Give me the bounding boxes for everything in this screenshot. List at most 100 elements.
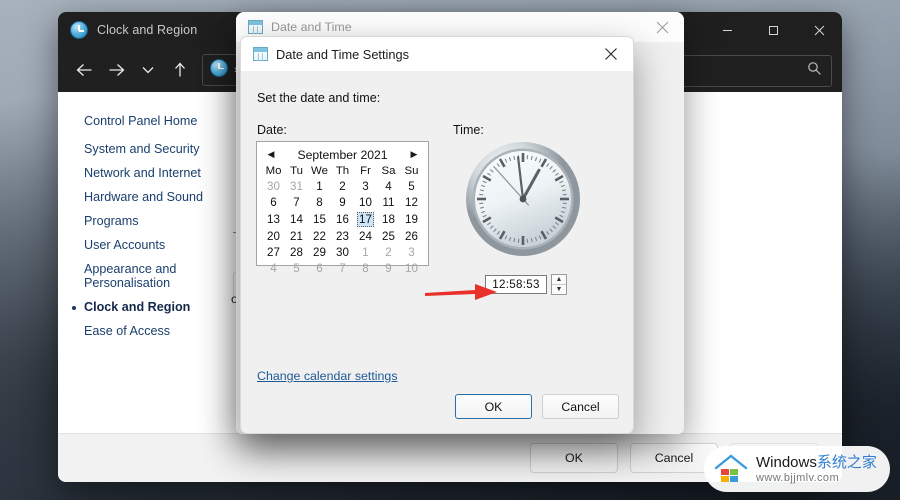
- calendar-day[interactable]: 20: [262, 228, 285, 244]
- calendar-day[interactable]: 25: [377, 228, 400, 244]
- calendar-widget[interactable]: ◀ September 2021 ▶ Mo Tu We Th Fr Sa Su 30 31 1 2…: [256, 141, 429, 275]
- calendar-month-label[interactable]: September 2021: [297, 148, 387, 162]
- calendar-weekday: Su: [404, 165, 419, 177]
- settings-dialog-titlebar: Date and Time Settings: [241, 37, 633, 71]
- sidebar-item-control-panel-home[interactable]: Control Panel Home: [84, 114, 258, 129]
- time-spinner[interactable]: ▲ ▼: [551, 274, 567, 295]
- sidebar-item-system-and-security[interactable]: System and Security: [84, 142, 258, 157]
- calendar-day[interactable]: 12: [400, 194, 423, 210]
- analog-clock-icon: [463, 139, 583, 259]
- change-calendar-settings-link[interactable]: Change calendar settings: [257, 369, 398, 383]
- spinner-down-icon[interactable]: ▼: [552, 285, 566, 294]
- calendar-day[interactable]: 1: [308, 178, 331, 194]
- calendar-day-adjacent-month[interactable]: 9: [377, 260, 400, 276]
- calendar-weekday: Th: [335, 165, 350, 177]
- calendar-day-adjacent-month[interactable]: 8: [354, 260, 377, 276]
- calendar-day[interactable]: 9: [331, 194, 354, 210]
- time-label: Time:: [453, 123, 484, 137]
- calendar-week-row: 6 7 8 9 10 11 12: [262, 194, 423, 210]
- chevron-down-icon[interactable]: [132, 55, 164, 85]
- calendar-day[interactable]: 21: [285, 228, 308, 244]
- calendar-clock-icon: [253, 47, 268, 61]
- calendar-day[interactable]: 30: [331, 244, 354, 260]
- clock-icon: [70, 21, 88, 39]
- calendar-day-adjacent-month[interactable]: 1: [354, 244, 377, 260]
- close-icon[interactable]: [640, 12, 684, 42]
- cancel-button[interactable]: Cancel: [542, 394, 619, 419]
- windows-house-logo-icon: [714, 454, 748, 484]
- calendar-day-adjacent-month[interactable]: 4: [262, 260, 285, 276]
- calendar-day[interactable]: 22: [308, 228, 331, 244]
- calendar-day-adjacent-month[interactable]: 7: [331, 260, 354, 276]
- calendar-weekday: Tu: [290, 165, 303, 177]
- calendar-day-adjacent-month[interactable]: 3: [400, 244, 423, 260]
- calendar-day[interactable]: 4: [377, 178, 400, 194]
- calendar-day[interactable]: 23: [331, 228, 354, 244]
- sidebar-item-user-accounts[interactable]: User Accounts: [84, 238, 258, 253]
- calendar-day[interactable]: 19: [400, 210, 423, 228]
- calendar-header: ◀ September 2021 ▶: [262, 145, 423, 164]
- calendar-day[interactable]: 8: [308, 194, 331, 210]
- calendar-weekday: Mo: [265, 165, 282, 177]
- calendar-day[interactable]: 28: [285, 244, 308, 260]
- instruction-text: Set the date and time:: [257, 91, 381, 105]
- calendar-day[interactable]: 5: [400, 178, 423, 194]
- spinner-up-icon[interactable]: ▲: [552, 275, 566, 285]
- calendar-weekday-row: Mo Tu We Th Fr Sa Su: [262, 164, 423, 178]
- calendar-day[interactable]: 15: [308, 210, 331, 228]
- calendar-day[interactable]: 18: [377, 210, 400, 228]
- calendar-day[interactable]: 11: [377, 194, 400, 210]
- calendar-day[interactable]: 6: [262, 194, 285, 210]
- calendar-day[interactable]: 29: [308, 244, 331, 260]
- date-and-time-settings-dialog: Date and Time Settings Set the date and …: [240, 36, 634, 434]
- close-icon[interactable]: [796, 12, 842, 48]
- maximize-icon[interactable]: [750, 12, 796, 48]
- calendar-day-adjacent-month[interactable]: 30: [262, 178, 285, 194]
- close-icon[interactable]: [589, 37, 633, 71]
- sidebar-item-programs[interactable]: Programs: [84, 214, 258, 229]
- search-icon: [807, 61, 822, 81]
- calendar-weekday: Fr: [360, 165, 371, 177]
- calendar-weekday: We: [311, 165, 328, 177]
- calendar-day-adjacent-month[interactable]: 2: [377, 244, 400, 260]
- back-arrow-icon[interactable]: [68, 55, 100, 85]
- calendar-day-adjacent-month[interactable]: 6: [308, 260, 331, 276]
- calendar-clock-icon: [248, 20, 263, 34]
- calendar-day[interactable]: 13: [262, 210, 285, 228]
- red-arrow-icon: [425, 281, 505, 303]
- sidebar-item-appearance-and-personalisation[interactable]: Appearance and Personalisation: [84, 262, 199, 290]
- forward-arrow-icon[interactable]: [100, 55, 132, 85]
- calendar-day[interactable]: 2: [331, 178, 354, 194]
- calendar-day-adjacent-month[interactable]: 5: [285, 260, 308, 276]
- date-label: Date:: [257, 123, 287, 137]
- calendar-day-adjacent-month[interactable]: 10: [400, 260, 423, 276]
- sidebar-item-hardware-and-sound[interactable]: Hardware and Sound: [84, 190, 258, 205]
- calendar-day[interactable]: 14: [285, 210, 308, 228]
- ok-button[interactable]: OK: [455, 394, 532, 419]
- next-month-icon[interactable]: ▶: [408, 149, 420, 160]
- calendar-day-adjacent-month[interactable]: 31: [285, 178, 308, 194]
- minimize-icon[interactable]: [704, 12, 750, 48]
- prev-month-icon[interactable]: ◀: [265, 149, 277, 160]
- calendar-week-row: 20 21 22 23 24 25 26: [262, 228, 423, 244]
- calendar-day[interactable]: 26: [400, 228, 423, 244]
- calendar-day[interactable]: 16: [331, 210, 354, 228]
- sidebar-item-ease-of-access[interactable]: Ease of Access: [84, 324, 258, 339]
- ok-button[interactable]: OK: [530, 443, 618, 473]
- sidebar-item-network-and-internet[interactable]: Network and Internet: [84, 166, 258, 181]
- sidebar: Control Panel Home System and Security N…: [58, 92, 258, 434]
- calendar-weekday: Sa: [381, 165, 396, 177]
- calendar-day[interactable]: 7: [285, 194, 308, 210]
- calendar-day-selected[interactable]: 17: [354, 210, 377, 228]
- calendar-days: 30 31 1 2 3 4 5 6 7 8 9 10 11 12 13 14 15 16 17 18 19 20 21 22 2…: [262, 178, 423, 276]
- calendar-grid: Mo Tu We Th Fr Sa Su 30 31 1 2 3 4 5 6 7 8 9 10 11 12 13 14 15…: [262, 164, 423, 276]
- calendar-day[interactable]: 10: [354, 194, 377, 210]
- calendar-day[interactable]: 24: [354, 228, 377, 244]
- up-arrow-icon[interactable]: [164, 55, 196, 85]
- calendar-day[interactable]: 3: [354, 178, 377, 194]
- calendar-day[interactable]: 27: [262, 244, 285, 260]
- watermark: Windows系统之家 www.bjjmlv.com: [704, 446, 890, 492]
- watermark-brand: Windows: [756, 453, 817, 471]
- dialog-title: Date and Time: [271, 20, 352, 34]
- calendar-week-row: 4 5 6 7 8 9 10: [262, 260, 423, 276]
